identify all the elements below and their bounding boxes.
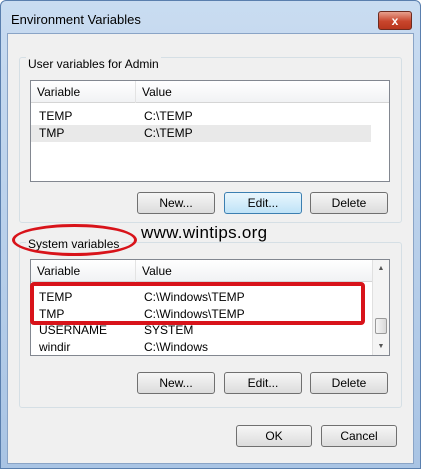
ok-button[interactable]: OK — [236, 425, 312, 447]
close-icon: x — [391, 13, 399, 28]
system-edit-button[interactable]: Edit... — [224, 372, 302, 394]
user-variables-label: User variables for Admin — [26, 57, 161, 71]
variable-value: C:\TEMP — [144, 109, 193, 123]
cancel-button[interactable]: Cancel — [321, 425, 397, 447]
column-header-value[interactable]: Value — [136, 81, 389, 103]
list-item[interactable]: windir C:\Windows — [31, 339, 373, 355]
system-variables-highlight-ellipse — [12, 224, 137, 256]
user-edit-button[interactable]: Edit... — [224, 192, 302, 214]
list-item[interactable]: TMP C:\TEMP — [31, 125, 371, 142]
dialog-client-area: User variables for Admin Variable Value … — [7, 33, 414, 464]
user-variables-list[interactable]: Variable Value TEMP C:\TEMP TMP C:\TEMP — [30, 80, 390, 182]
scroll-thumb[interactable] — [375, 318, 387, 334]
column-header-value[interactable]: Value — [136, 260, 374, 282]
variable-value: C:\TEMP — [144, 126, 193, 140]
close-button[interactable]: x — [378, 11, 412, 30]
variable-name: TEMP — [39, 109, 73, 123]
system-rows-highlight-box — [30, 282, 365, 325]
variable-value: C:\Windows — [144, 340, 209, 354]
system-list-header: Variable Value — [31, 260, 389, 282]
user-delete-button[interactable]: Delete — [310, 192, 388, 214]
environment-variables-window: Environment Variables x User variables f… — [0, 0, 421, 469]
user-new-button[interactable]: New... — [137, 192, 215, 214]
scroll-up-arrow-icon[interactable]: ▲ — [373, 260, 389, 277]
system-new-button[interactable]: New... — [137, 372, 215, 394]
watermark-text: www.wintips.org — [141, 223, 268, 242]
scroll-down-arrow-icon[interactable]: ▼ — [373, 338, 389, 355]
user-list-header: Variable Value — [31, 81, 389, 103]
column-header-variable[interactable]: Variable — [31, 81, 136, 103]
variable-name: windir — [39, 340, 71, 354]
title-bar[interactable]: Environment Variables x — [1, 1, 420, 33]
system-delete-button[interactable]: Delete — [310, 372, 388, 394]
column-header-variable[interactable]: Variable — [31, 260, 136, 282]
system-list-scrollbar[interactable]: ▲ ▼ — [372, 260, 389, 355]
window-title: Environment Variables — [11, 12, 141, 27]
variable-name: TMP — [39, 126, 65, 140]
list-item[interactable]: TEMP C:\TEMP — [31, 108, 371, 125]
